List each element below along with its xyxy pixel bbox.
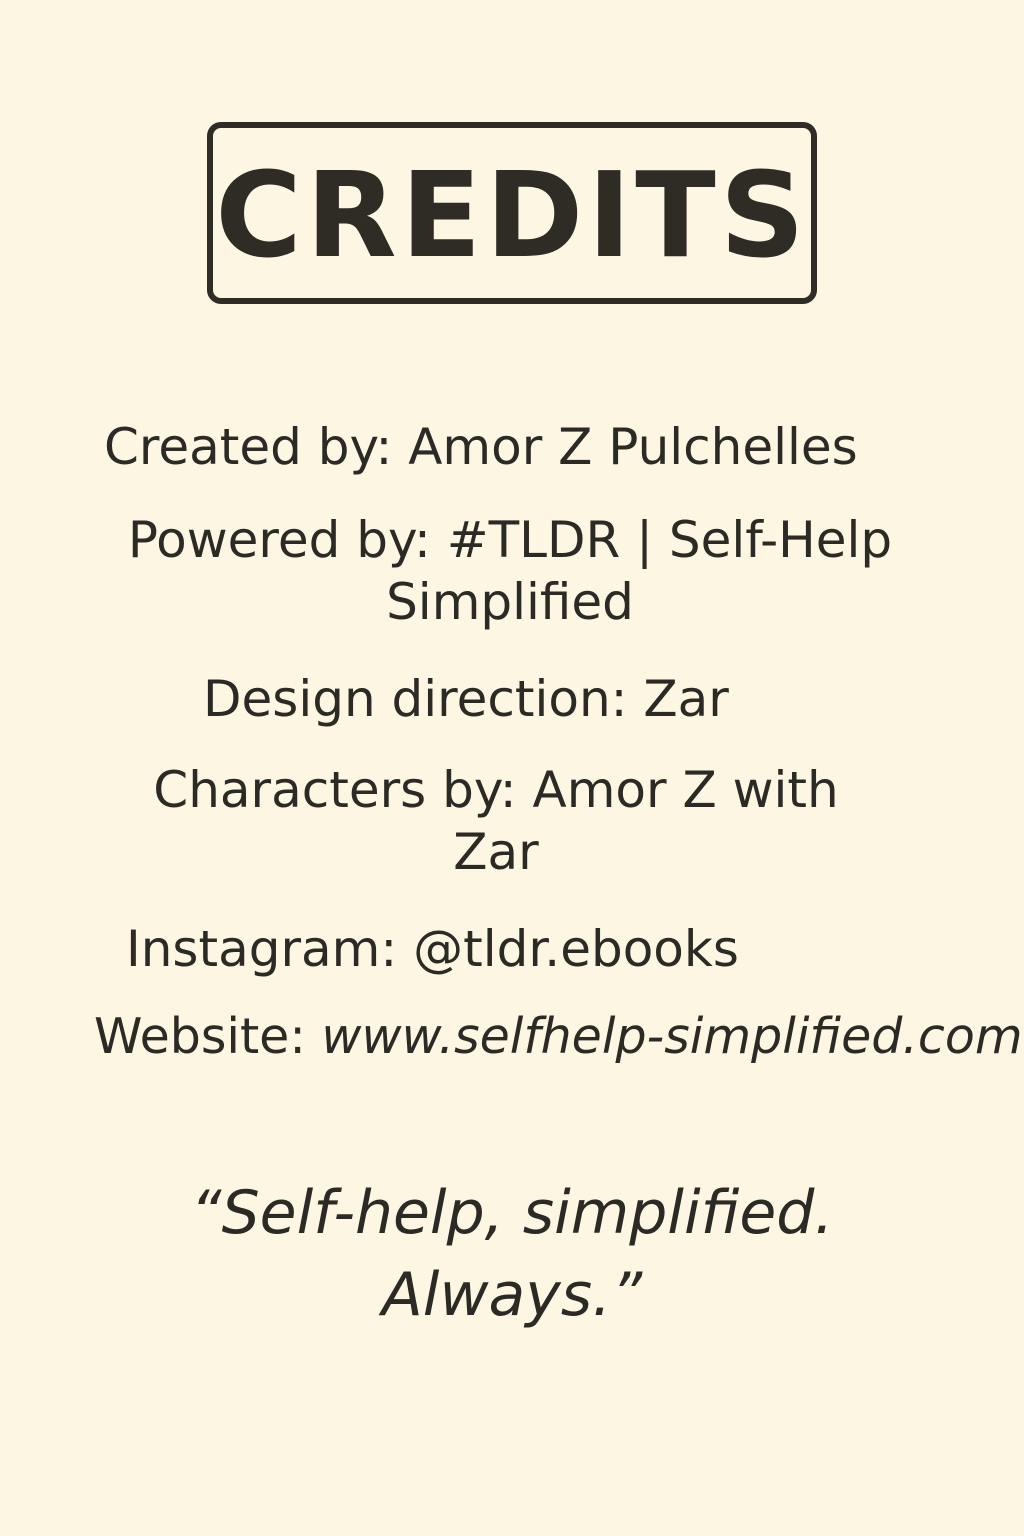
powered-by-line-2: Simplified <box>386 573 634 631</box>
website-link[interactable]: www.selfhelp-simplified.com <box>321 1008 1022 1065</box>
quote-line-2: Always.” <box>381 1260 643 1330</box>
quote-line-1: “Self-help, simplified. <box>190 1178 834 1248</box>
powered-by-line-1: Powered by: #TLDR | Self-Help <box>127 511 893 569</box>
characters-line-2: Zar <box>453 823 539 881</box>
website-label: Website: <box>94 1008 306 1065</box>
credits-page: { "title": "CREDITS", "credits": { "crea… <box>0 0 1024 1536</box>
characters-line-1: Characters by: Amor Z with <box>153 761 839 819</box>
tagline-quote: “Self-help, simplified. Always.” <box>0 1172 1024 1336</box>
created-by-line: Created by: Amor Z Pulchelles <box>104 418 858 476</box>
design-direction-line: Design direction: Zar <box>203 670 729 728</box>
powered-by-block: Powered by: #TLDR | Self-Help Simplified <box>104 506 916 636</box>
title-frame: CREDITS <box>207 122 817 304</box>
instagram-line: Instagram: @tldr.ebooks <box>126 920 739 978</box>
website-line: Website: www.selfhelp-simplified.com <box>94 1006 1023 1068</box>
characters-block: Characters by: Amor Z with Zar <box>90 756 902 886</box>
page-title: CREDITS <box>215 146 809 284</box>
